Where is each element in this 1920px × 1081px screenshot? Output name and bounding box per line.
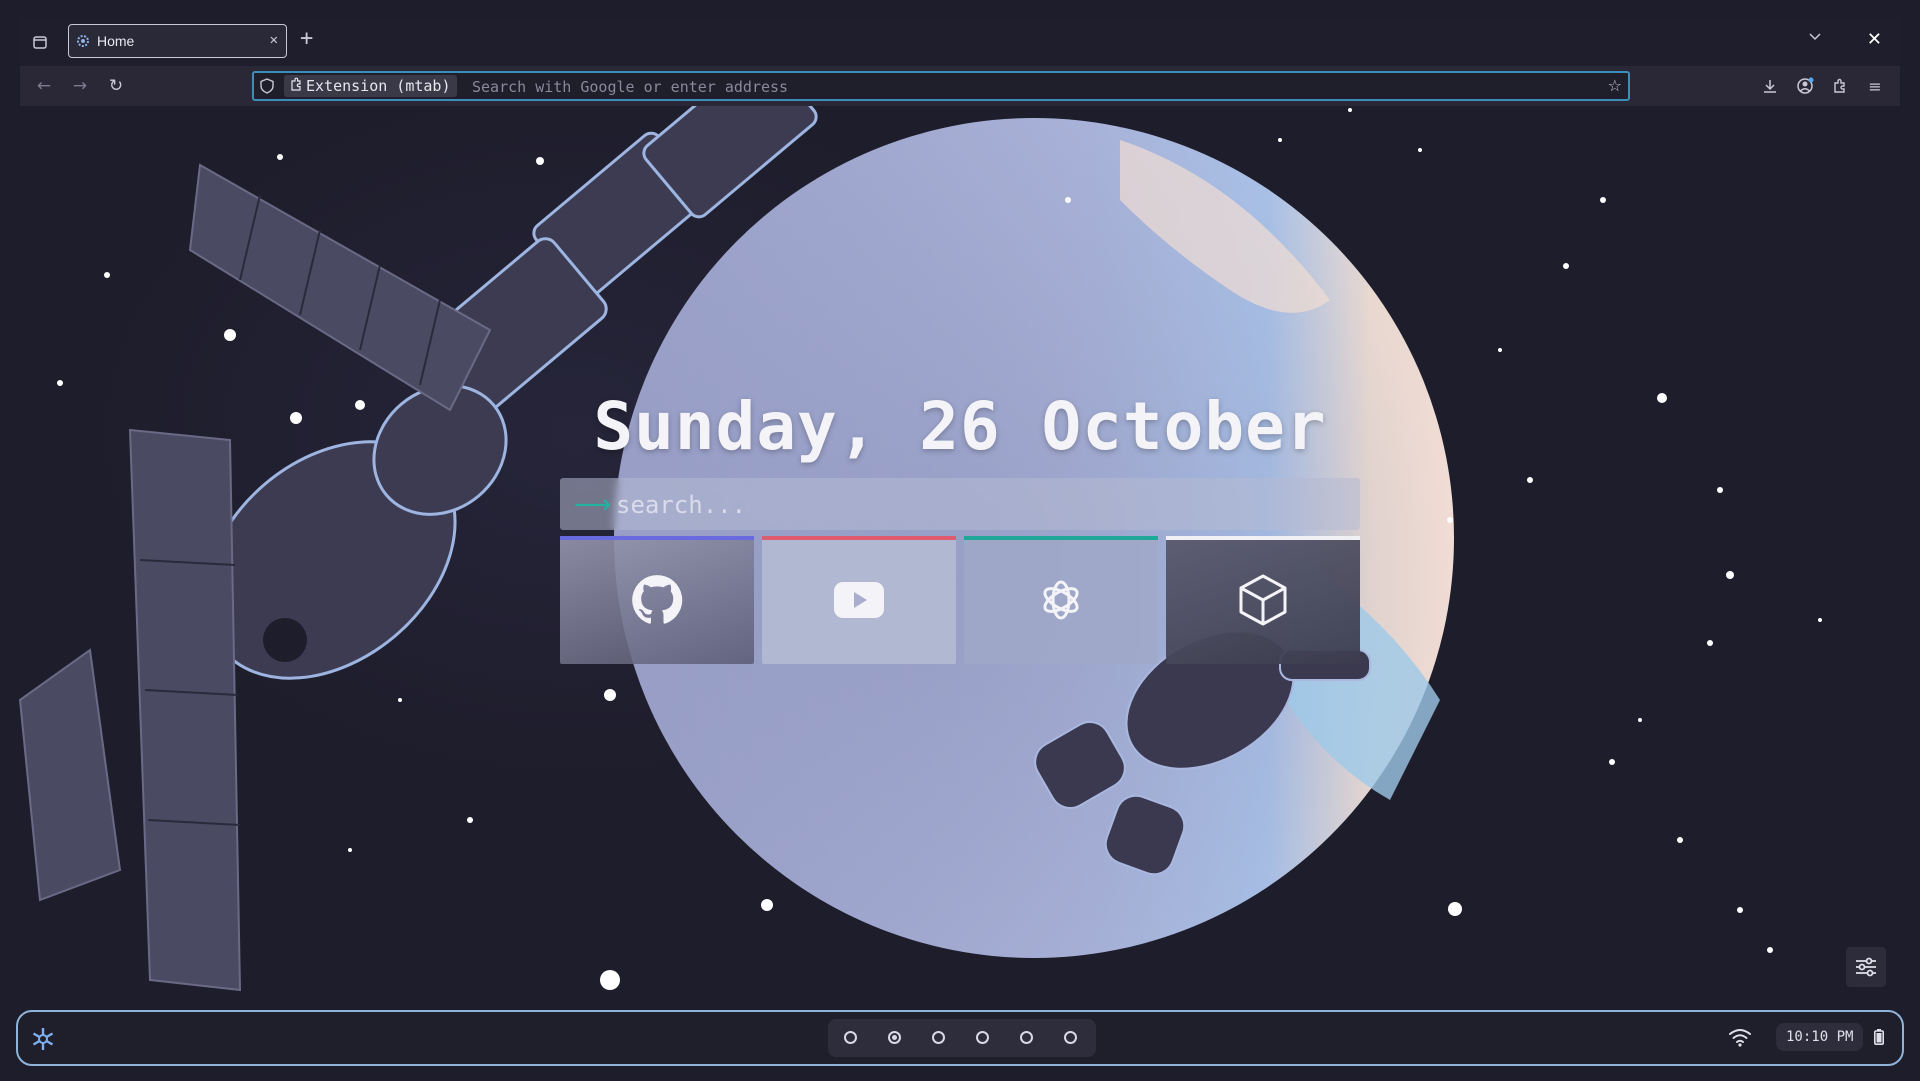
- workspace-switcher: [828, 1019, 1096, 1057]
- extensions-icon[interactable]: [1828, 74, 1852, 98]
- tab-bar: Home ✕ + ✕: [20, 18, 1900, 66]
- workspace-5[interactable]: [1020, 1031, 1033, 1044]
- download-icon[interactable]: [1758, 74, 1782, 98]
- favicon-icon: [77, 35, 89, 47]
- star-icon[interactable]: ☆: [1608, 76, 1622, 95]
- address-input[interactable]: [470, 75, 1574, 99]
- browser-window: Home ✕ + ✕ ← → ↻ Extension (mtab) ☆: [20, 18, 1900, 988]
- date-heading: Sunday, 26 October: [593, 388, 1327, 465]
- workspace-1[interactable]: [844, 1031, 857, 1044]
- plus-icon[interactable]: +: [300, 28, 313, 50]
- page-settings-button[interactable]: [1846, 947, 1886, 987]
- cube-icon: [1239, 574, 1287, 626]
- desktop-panel: 10:10 PM: [16, 1010, 1904, 1066]
- shortcut-youtube[interactable]: [762, 536, 956, 664]
- shortcut-cube[interactable]: [1166, 536, 1360, 664]
- puzzle-icon: [290, 77, 302, 95]
- snowflake-logo-icon[interactable]: [30, 1026, 56, 1052]
- forward-arrow-icon[interactable]: →: [68, 74, 92, 98]
- workspace-6[interactable]: [1064, 1031, 1077, 1044]
- address-bar[interactable]: Extension (mtab) ☆: [252, 71, 1630, 101]
- workspace-3[interactable]: [932, 1031, 945, 1044]
- tab-list-icon[interactable]: [28, 30, 52, 54]
- shortcut-accent: [560, 536, 754, 540]
- workspace-2[interactable]: [888, 1031, 901, 1044]
- shortcut-chatgpt[interactable]: [964, 536, 1158, 664]
- navigation-toolbar: ← → ↻ Extension (mtab) ☆ ≡: [20, 66, 1900, 106]
- shortcut-accent: [1166, 536, 1360, 540]
- shield-icon[interactable]: [260, 78, 274, 94]
- shortcut-accent: [964, 536, 1158, 540]
- new-tab-page: Sunday, 26 October ⟶: [20, 106, 1900, 987]
- account-icon[interactable]: [1793, 74, 1817, 98]
- arrow-right-icon[interactable]: ⟶: [574, 490, 611, 520]
- sliders-icon: [1856, 957, 1876, 977]
- window-close-button[interactable]: ✕: [1867, 29, 1882, 50]
- reload-icon[interactable]: ↻: [104, 74, 128, 98]
- menu-icon[interactable]: ≡: [1863, 74, 1887, 98]
- battery-icon[interactable]: [1874, 1029, 1884, 1045]
- extension-label: Extension (mtab): [306, 77, 451, 95]
- extension-identity-chip[interactable]: Extension (mtab): [284, 75, 457, 97]
- tab-title: Home: [97, 33, 135, 49]
- workspace-4[interactable]: [976, 1031, 989, 1044]
- shortcut-github[interactable]: [560, 536, 754, 664]
- openai-icon: [1043, 580, 1079, 620]
- close-icon[interactable]: ✕: [270, 32, 278, 48]
- github-icon: [632, 575, 683, 624]
- wifi-icon[interactable]: [1728, 1026, 1752, 1048]
- clock[interactable]: 10:10 PM: [1776, 1023, 1864, 1051]
- back-arrow-icon[interactable]: ←: [32, 74, 56, 98]
- search-input[interactable]: [614, 488, 1338, 522]
- search-bar[interactable]: ⟶: [560, 478, 1360, 530]
- tab-home[interactable]: Home ✕: [68, 24, 287, 58]
- chevron-down-icon[interactable]: [1808, 30, 1822, 46]
- youtube-icon: [834, 582, 884, 618]
- shortcut-accent: [762, 536, 956, 540]
